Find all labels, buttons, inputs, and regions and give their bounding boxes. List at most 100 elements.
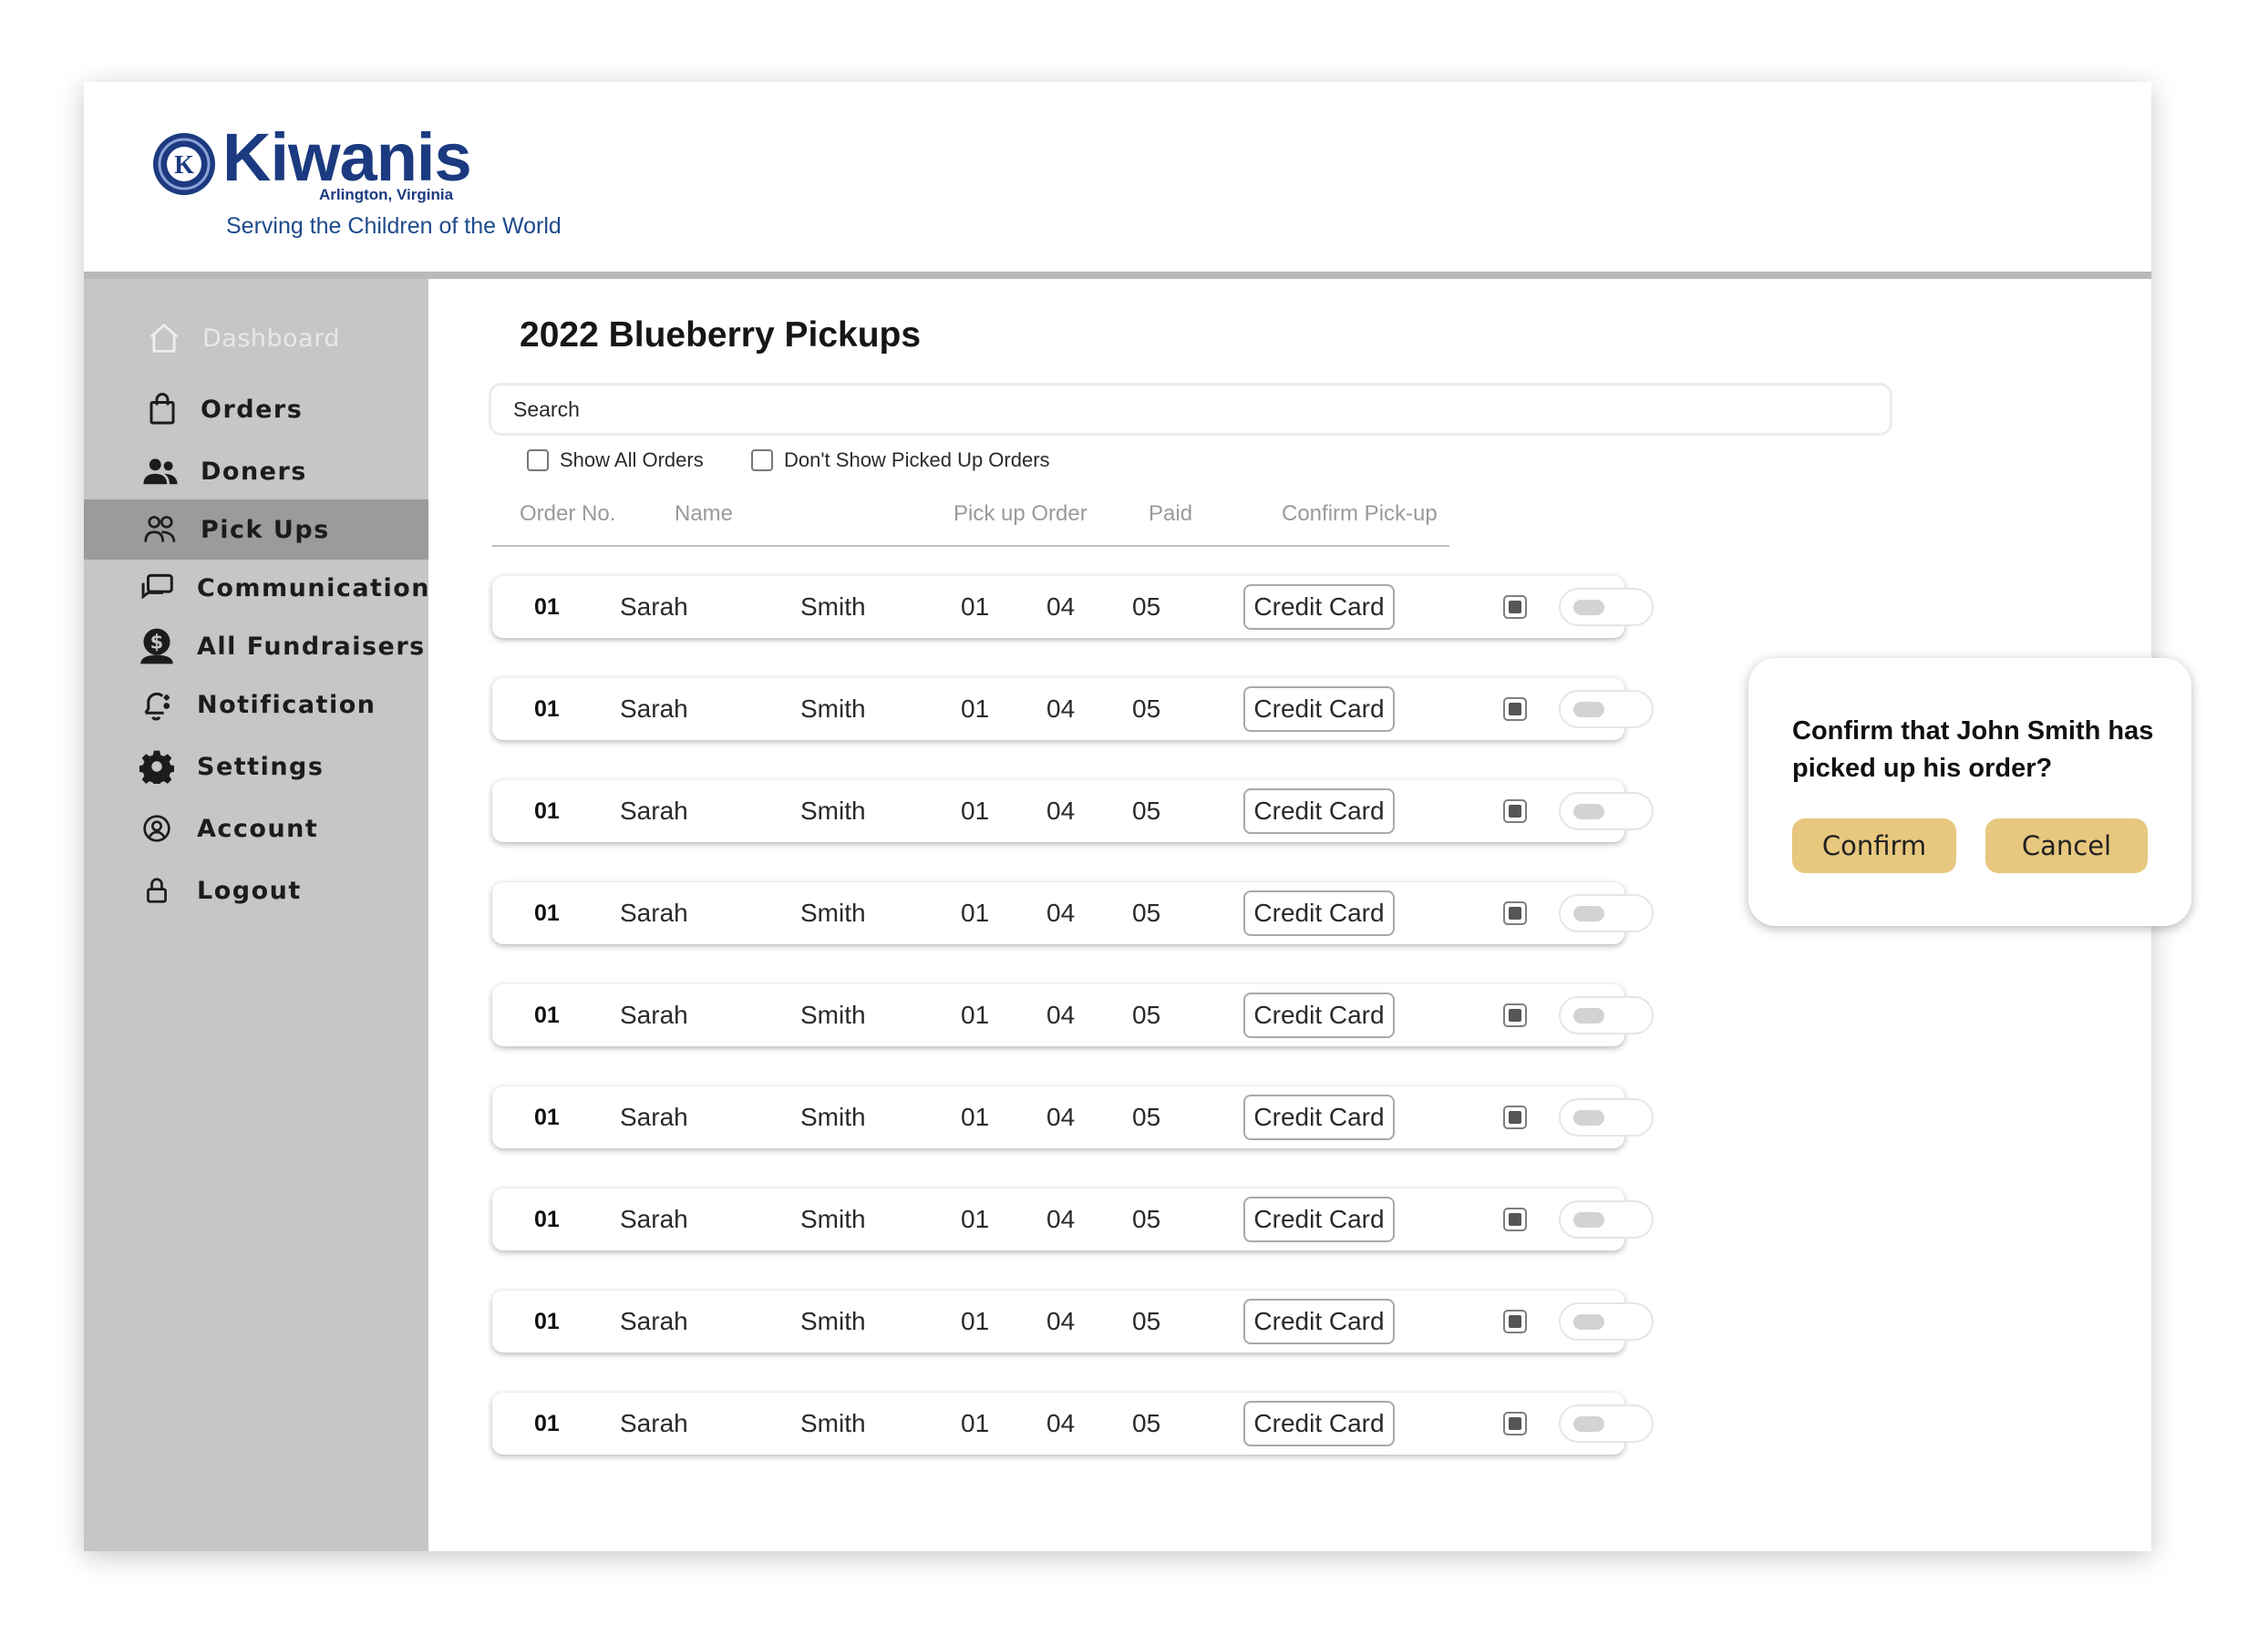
- sidebar-item-label: Orders: [201, 395, 304, 424]
- pickup-qty-3-cell: 05: [1132, 1409, 1161, 1437]
- payment-method-button[interactable]: Credit Card: [1243, 1299, 1395, 1344]
- sidebar-item-dashboard[interactable]: Dashboard: [84, 308, 428, 368]
- paid-checkbox[interactable]: [1503, 1208, 1527, 1231]
- confirm-pickup-toggle[interactable]: [1559, 996, 1654, 1034]
- pickup-qty-1-cell: 01: [961, 1409, 990, 1437]
- pickup-qty-1-cell: 01: [961, 899, 990, 927]
- sidebar-item-orders[interactable]: Orders: [84, 379, 428, 439]
- payment-method-button[interactable]: Credit Card: [1243, 890, 1395, 936]
- logo-wordmark: Kiwanis: [222, 119, 472, 195]
- confirm-pickup-toggle[interactable]: [1559, 792, 1654, 830]
- paid-checkbox[interactable]: [1503, 901, 1527, 925]
- payment-method-button[interactable]: Credit Card: [1243, 1095, 1395, 1140]
- sidebar-item-communication[interactable]: Communication: [84, 558, 430, 618]
- column-header-order-no: Order No.: [520, 501, 616, 526]
- sidebar-item-label: Communication: [197, 573, 430, 602]
- table-row[interactable]: 01 Sarah Smith 01 04 05 Credit Card: [492, 882, 1654, 944]
- sidebar-item-pick-ups[interactable]: Pick Ups: [84, 499, 428, 560]
- order-number-cell: 01: [534, 900, 560, 926]
- confirm-pickup-toggle[interactable]: [1559, 1404, 1654, 1443]
- table-row[interactable]: 01 Sarah Smith 01 04 05 Credit Card: [492, 780, 1654, 842]
- users-icon: [140, 451, 180, 491]
- pickup-qty-3-cell: 05: [1132, 797, 1161, 825]
- app-window: K Kiwanis Arlington, Virginia Serving th…: [84, 82, 2191, 1551]
- table-row[interactable]: 01 Sarah Smith 01 04 05 Credit Card: [492, 576, 1654, 638]
- column-header-paid: Paid: [1149, 501, 1193, 526]
- pickup-qty-1-cell: 01: [961, 1205, 990, 1233]
- confirm-button[interactable]: Confirm: [1792, 818, 1956, 873]
- payment-method-button[interactable]: Credit Card: [1243, 993, 1395, 1038]
- account-icon: [137, 808, 177, 849]
- paid-checkbox[interactable]: [1503, 595, 1527, 619]
- paid-checkbox[interactable]: [1503, 799, 1527, 823]
- first-name-cell: Sarah: [620, 1103, 688, 1131]
- paid-checkbox[interactable]: [1503, 1106, 1527, 1129]
- sidebar-item-label: Doners: [201, 457, 307, 486]
- payment-method-button[interactable]: Credit Card: [1243, 686, 1395, 732]
- table-row[interactable]: 01 Sarah Smith 01 04 05 Credit Card: [492, 1188, 1654, 1250]
- sidebar-item-notification[interactable]: Notification: [84, 674, 428, 735]
- last-name-cell: Smith: [800, 694, 866, 723]
- confirm-pickup-toggle[interactable]: [1559, 1302, 1654, 1341]
- kiwanis-seal-icon: K: [153, 133, 215, 195]
- sidebar-item-doners[interactable]: Doners: [84, 441, 428, 501]
- payment-method-button[interactable]: Credit Card: [1243, 788, 1395, 834]
- hide-picked-up-filter[interactable]: Don't Show Picked Up Orders: [751, 448, 1050, 472]
- paid-checkbox[interactable]: [1503, 1310, 1527, 1333]
- pickup-qty-2-cell: 04: [1046, 592, 1076, 621]
- pickup-qty-3-cell: 05: [1132, 694, 1161, 723]
- pickup-qty-2-cell: 04: [1046, 1001, 1076, 1029]
- confirm-pickup-toggle[interactable]: [1559, 588, 1654, 626]
- pickup-qty-1-cell: 01: [961, 1001, 990, 1029]
- pickup-qty-1-cell: 01: [961, 797, 990, 825]
- paid-checkbox[interactable]: [1503, 1412, 1527, 1435]
- table-row[interactable]: 01 Sarah Smith 01 04 05 Credit Card: [492, 1086, 1654, 1148]
- payment-method-button[interactable]: Credit Card: [1243, 584, 1395, 630]
- hide-picked-up-checkbox[interactable]: [751, 449, 773, 471]
- confirm-pickup-toggle[interactable]: [1559, 894, 1654, 932]
- sidebar-item-settings[interactable]: Settings: [84, 736, 428, 797]
- sidebar: Dashboard Orders Doners Pick Ups Communi: [84, 279, 430, 1551]
- sidebar-item-logout[interactable]: Logout: [84, 860, 428, 921]
- order-number-cell: 01: [534, 696, 560, 722]
- filter-label: Don't Show Picked Up Orders: [784, 448, 1050, 471]
- pickup-qty-2-cell: 04: [1046, 1205, 1076, 1233]
- last-name-cell: Smith: [800, 1307, 866, 1335]
- payment-method-button[interactable]: Credit Card: [1243, 1197, 1395, 1242]
- sidebar-item-label: Logout: [197, 876, 302, 905]
- column-header-confirm-pick-up: Confirm Pick-up: [1282, 501, 1438, 526]
- first-name-cell: Sarah: [620, 592, 688, 621]
- pickup-qty-2-cell: 04: [1046, 1103, 1076, 1131]
- table-row[interactable]: 01 Sarah Smith 01 04 05 Credit Card: [492, 678, 1654, 740]
- table-row[interactable]: 01 Sarah Smith 01 04 05 Credit Card: [492, 1393, 1654, 1455]
- table-row[interactable]: 01 Sarah Smith 01 04 05 Credit Card: [492, 1291, 1654, 1353]
- confirm-pickup-toggle[interactable]: [1559, 1098, 1654, 1137]
- order-number-cell: 01: [534, 1003, 560, 1028]
- sidebar-item-all-fundraisers[interactable]: $ All Fundraisers: [84, 616, 428, 676]
- first-name-cell: Sarah: [620, 694, 688, 723]
- search-input[interactable]: [489, 383, 1892, 436]
- confirm-pickup-toggle[interactable]: [1559, 690, 1654, 728]
- payment-method-button[interactable]: Credit Card: [1243, 1401, 1395, 1446]
- sidebar-item-account[interactable]: Account: [84, 798, 428, 859]
- pickup-qty-3-cell: 05: [1132, 1205, 1161, 1233]
- home-icon: [144, 318, 184, 358]
- show-all-orders-filter[interactable]: Show All Orders: [527, 448, 704, 472]
- order-number-cell: 01: [534, 798, 560, 824]
- pickup-qty-2-cell: 04: [1046, 797, 1076, 825]
- confirm-pickup-toggle[interactable]: [1559, 1200, 1654, 1239]
- paid-checkbox[interactable]: [1503, 697, 1527, 721]
- order-number-cell: 01: [534, 1411, 560, 1436]
- fundraiser-icon: $: [137, 626, 177, 666]
- pickup-qty-2-cell: 04: [1046, 1307, 1076, 1335]
- dialog-message: Confirm that John Smith has picked up hi…: [1792, 716, 2154, 783]
- pickup-people-icon: [140, 509, 180, 550]
- column-header-name: Name: [675, 501, 734, 526]
- paid-checkbox[interactable]: [1503, 1003, 1527, 1027]
- table-row[interactable]: 01 Sarah Smith 01 04 05 Credit Card: [492, 984, 1654, 1046]
- cancel-button[interactable]: Cancel: [1985, 818, 2148, 873]
- filter-label: Show All Orders: [560, 448, 704, 471]
- show-all-orders-checkbox[interactable]: [527, 449, 549, 471]
- page-title: 2022 Blueberry Pickups: [520, 315, 922, 355]
- first-name-cell: Sarah: [620, 1001, 688, 1029]
